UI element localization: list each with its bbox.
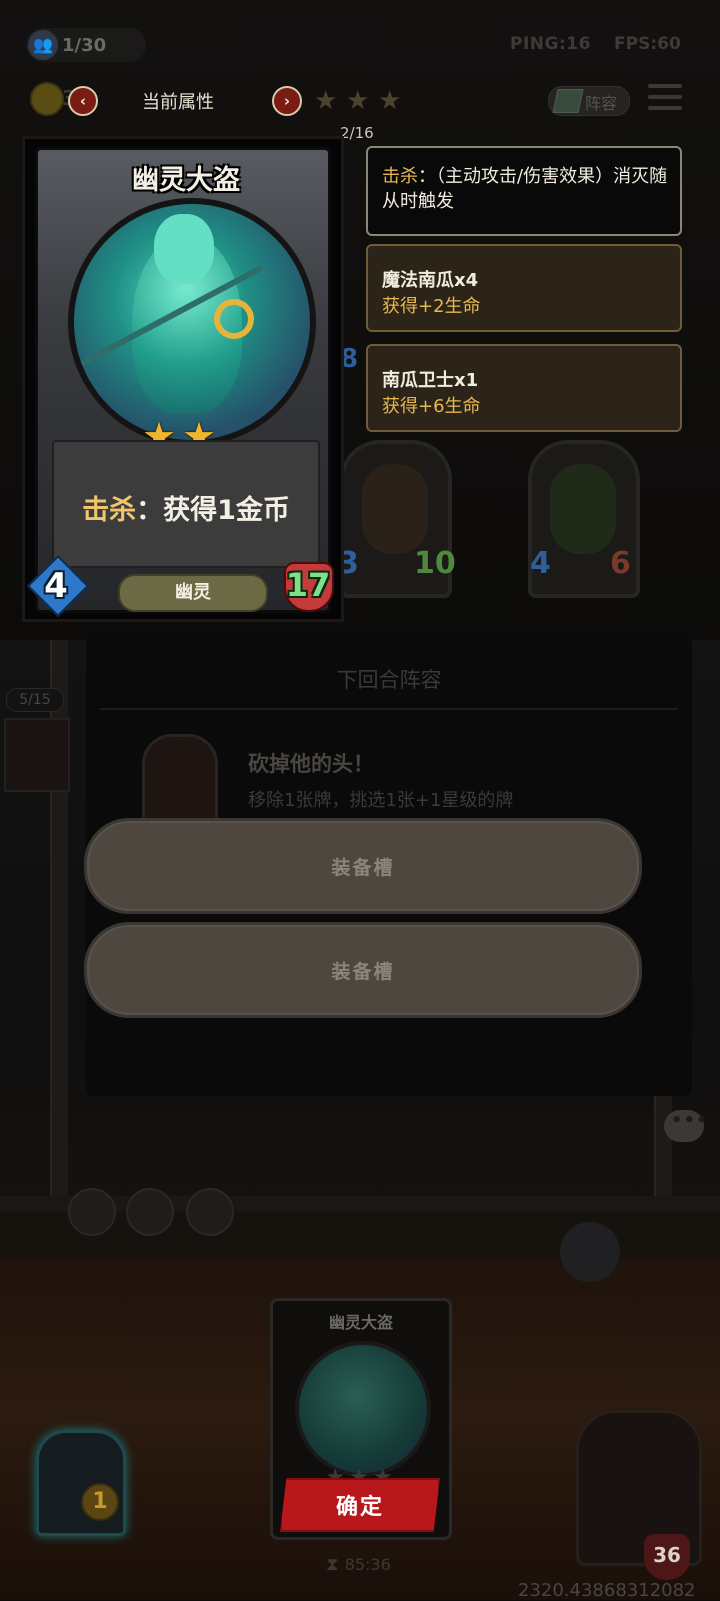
player-count: 👥 1/30 [26, 28, 146, 62]
bonus-panel: 魔法南瓜x4 获得+2生命 [366, 244, 682, 332]
tribe-label: 幽灵 [118, 574, 268, 612]
page-indicator: 2/16 [340, 124, 374, 142]
players-icon: 👥 [28, 30, 58, 60]
ping-readout: PING:16 [510, 34, 591, 54]
lineup-button-label: 阵容 [585, 94, 618, 113]
star-icon: ★ [346, 86, 370, 116]
card-ability-text: 击杀：获得1金币 [54, 488, 318, 527]
bonus-source: 南瓜卫士x1 [382, 370, 479, 391]
minion-portrait [550, 464, 616, 554]
attack-value: 4 [44, 566, 68, 606]
bonus-panel: 南瓜卫士x1 获得+6生命 [366, 344, 682, 432]
hero-health-value: 36 [653, 1543, 681, 1567]
shelf-token-icon [186, 1188, 234, 1236]
card-ability-box: 击杀：获得1金币 [52, 440, 320, 568]
star-icon: ★ [378, 86, 402, 116]
minion-portrait [362, 464, 428, 554]
hero-health-badge: 36 [644, 1534, 690, 1580]
equipment-slot[interactable]: 装备槽 [84, 818, 642, 914]
lineup-title: 下回合阵容 [336, 668, 442, 692]
round-counter: 5/15 [6, 688, 64, 712]
background-minion-card: 3 10 [338, 440, 456, 598]
shelf-token-icon [126, 1188, 174, 1236]
equipment-slot-label: 装备槽 [331, 856, 395, 879]
ability-keyword: 击杀 [82, 495, 137, 526]
ability-effect: ：获得1金币 [136, 495, 290, 526]
equipment-slot-label: 装备槽 [331, 960, 395, 983]
health-badge: 17 [280, 558, 336, 614]
turn-timer: ⧗ 85:36 [326, 1554, 391, 1575]
card-detail: 幽灵大盗 ★ ★ 击杀：获得1金币 4 幽灵 17 [22, 136, 344, 622]
event-title: 砍掉他的头！ [248, 752, 374, 776]
bonus-source: 魔法南瓜x4 [382, 270, 479, 291]
card-portrait [68, 198, 316, 446]
confirm-button[interactable]: 确定 [280, 1478, 440, 1532]
hourglass-icon: ⧗ [326, 1554, 339, 1575]
selected-card-portrait [295, 1341, 431, 1477]
menu-icon[interactable] [648, 84, 682, 116]
fps-readout: FPS:60 [614, 34, 681, 54]
attribute-title: 当前属性 [142, 92, 214, 113]
ghost-thief-head [154, 214, 214, 284]
shelf-token-icon [68, 1188, 116, 1236]
debug-coordinates: 2320.43868312082 [518, 1580, 696, 1601]
player-count-text: 1/30 [62, 34, 107, 56]
keyword-tooltip: 击杀：（主动攻击/伤害效果）消灭随从时触发 [366, 146, 682, 236]
next-attribute-button[interactable]: › [272, 86, 302, 116]
gold-ring [214, 299, 254, 339]
shop-level-badge[interactable]: 1 [36, 1430, 126, 1536]
selected-card-name: 幽灵大盗 [328, 1313, 393, 1332]
previous-attribute-button[interactable]: ‹ [68, 86, 98, 116]
bonus-effect: 获得+2生命 [382, 296, 481, 317]
divider [100, 708, 678, 710]
attack-badge: 4 [26, 554, 90, 618]
gold-coin-icon [30, 82, 64, 116]
book-icon [552, 89, 584, 113]
background-minion-card: 4 6 [528, 440, 640, 598]
event-description: 移除1张牌，挑选1张+1星级的牌 [248, 790, 514, 811]
equipment-slot[interactable]: 装备槽 [84, 922, 642, 1018]
health-value: 17 [285, 566, 331, 604]
timer-text: 85:36 [344, 1555, 391, 1574]
opponent-portrait[interactable] [4, 718, 70, 792]
minion-health: 10 [414, 546, 456, 581]
bomb-pet-icon [560, 1222, 620, 1282]
bonus-effect: 获得+6生命 [382, 396, 481, 417]
shop-level: 1 [81, 1483, 119, 1521]
card-name: 幽灵大盗 [132, 165, 240, 196]
minion-health: 6 [610, 546, 631, 581]
star-icon: ★ [314, 86, 338, 116]
event-card-icon [142, 734, 218, 830]
card-frame: 幽灵大盗 ★ ★ 击杀：获得1金币 4 幽灵 17 [26, 147, 334, 618]
lineup-button[interactable]: 阵容 [548, 86, 630, 116]
confirm-button-label: 确定 [335, 1495, 384, 1520]
tooltip-text: ：（主动攻击/伤害效果）消灭随从时触发 [382, 166, 668, 212]
tooltip-keyword: 击杀 [382, 166, 418, 187]
chat-icon[interactable]: ••• [664, 1110, 708, 1142]
minion-attack: 4 [530, 546, 551, 581]
